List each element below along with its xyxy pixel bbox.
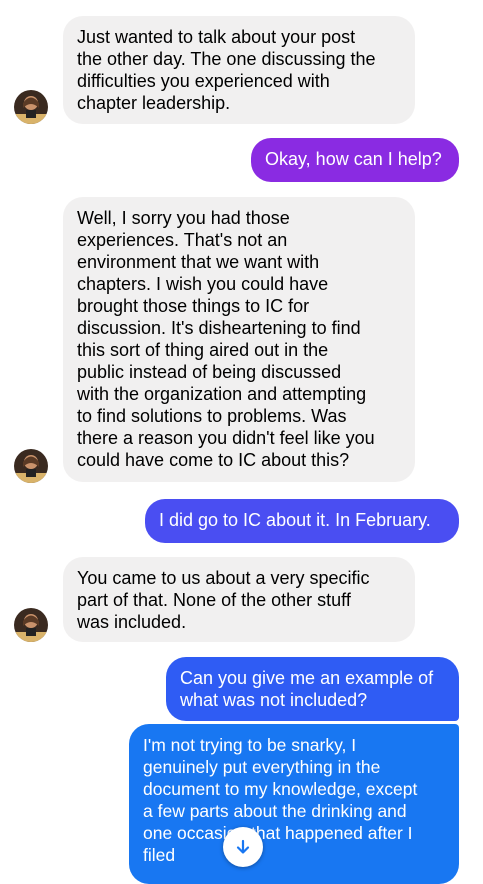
avatar-photo-icon [14,449,48,483]
arrow-down-icon [236,839,250,854]
contact-avatar[interactable] [14,608,48,642]
message-bubble-outgoing[interactable]: Can you give me an example of what was n… [166,657,459,721]
message-bubble-outgoing[interactable]: I'm not trying to be snarky, I genuinely… [129,724,459,884]
message-bubble-incoming[interactable]: You came to us about a very specific par… [63,557,415,642]
message-bubble-outgoing[interactable]: I did go to IC about it. In February. [145,499,459,543]
avatar-photo-icon [14,608,48,642]
contact-avatar[interactable] [14,90,48,124]
message-bubble-incoming[interactable]: Just wanted to talk about your post the … [63,16,415,124]
avatar-photo-icon [14,90,48,124]
contact-avatar[interactable] [14,449,48,483]
message-bubble-incoming[interactable]: Well, I sorry you had those experiences.… [63,197,415,482]
message-bubble-outgoing[interactable]: Okay, how can I help? [251,138,459,182]
scroll-to-bottom-button[interactable] [223,827,263,867]
